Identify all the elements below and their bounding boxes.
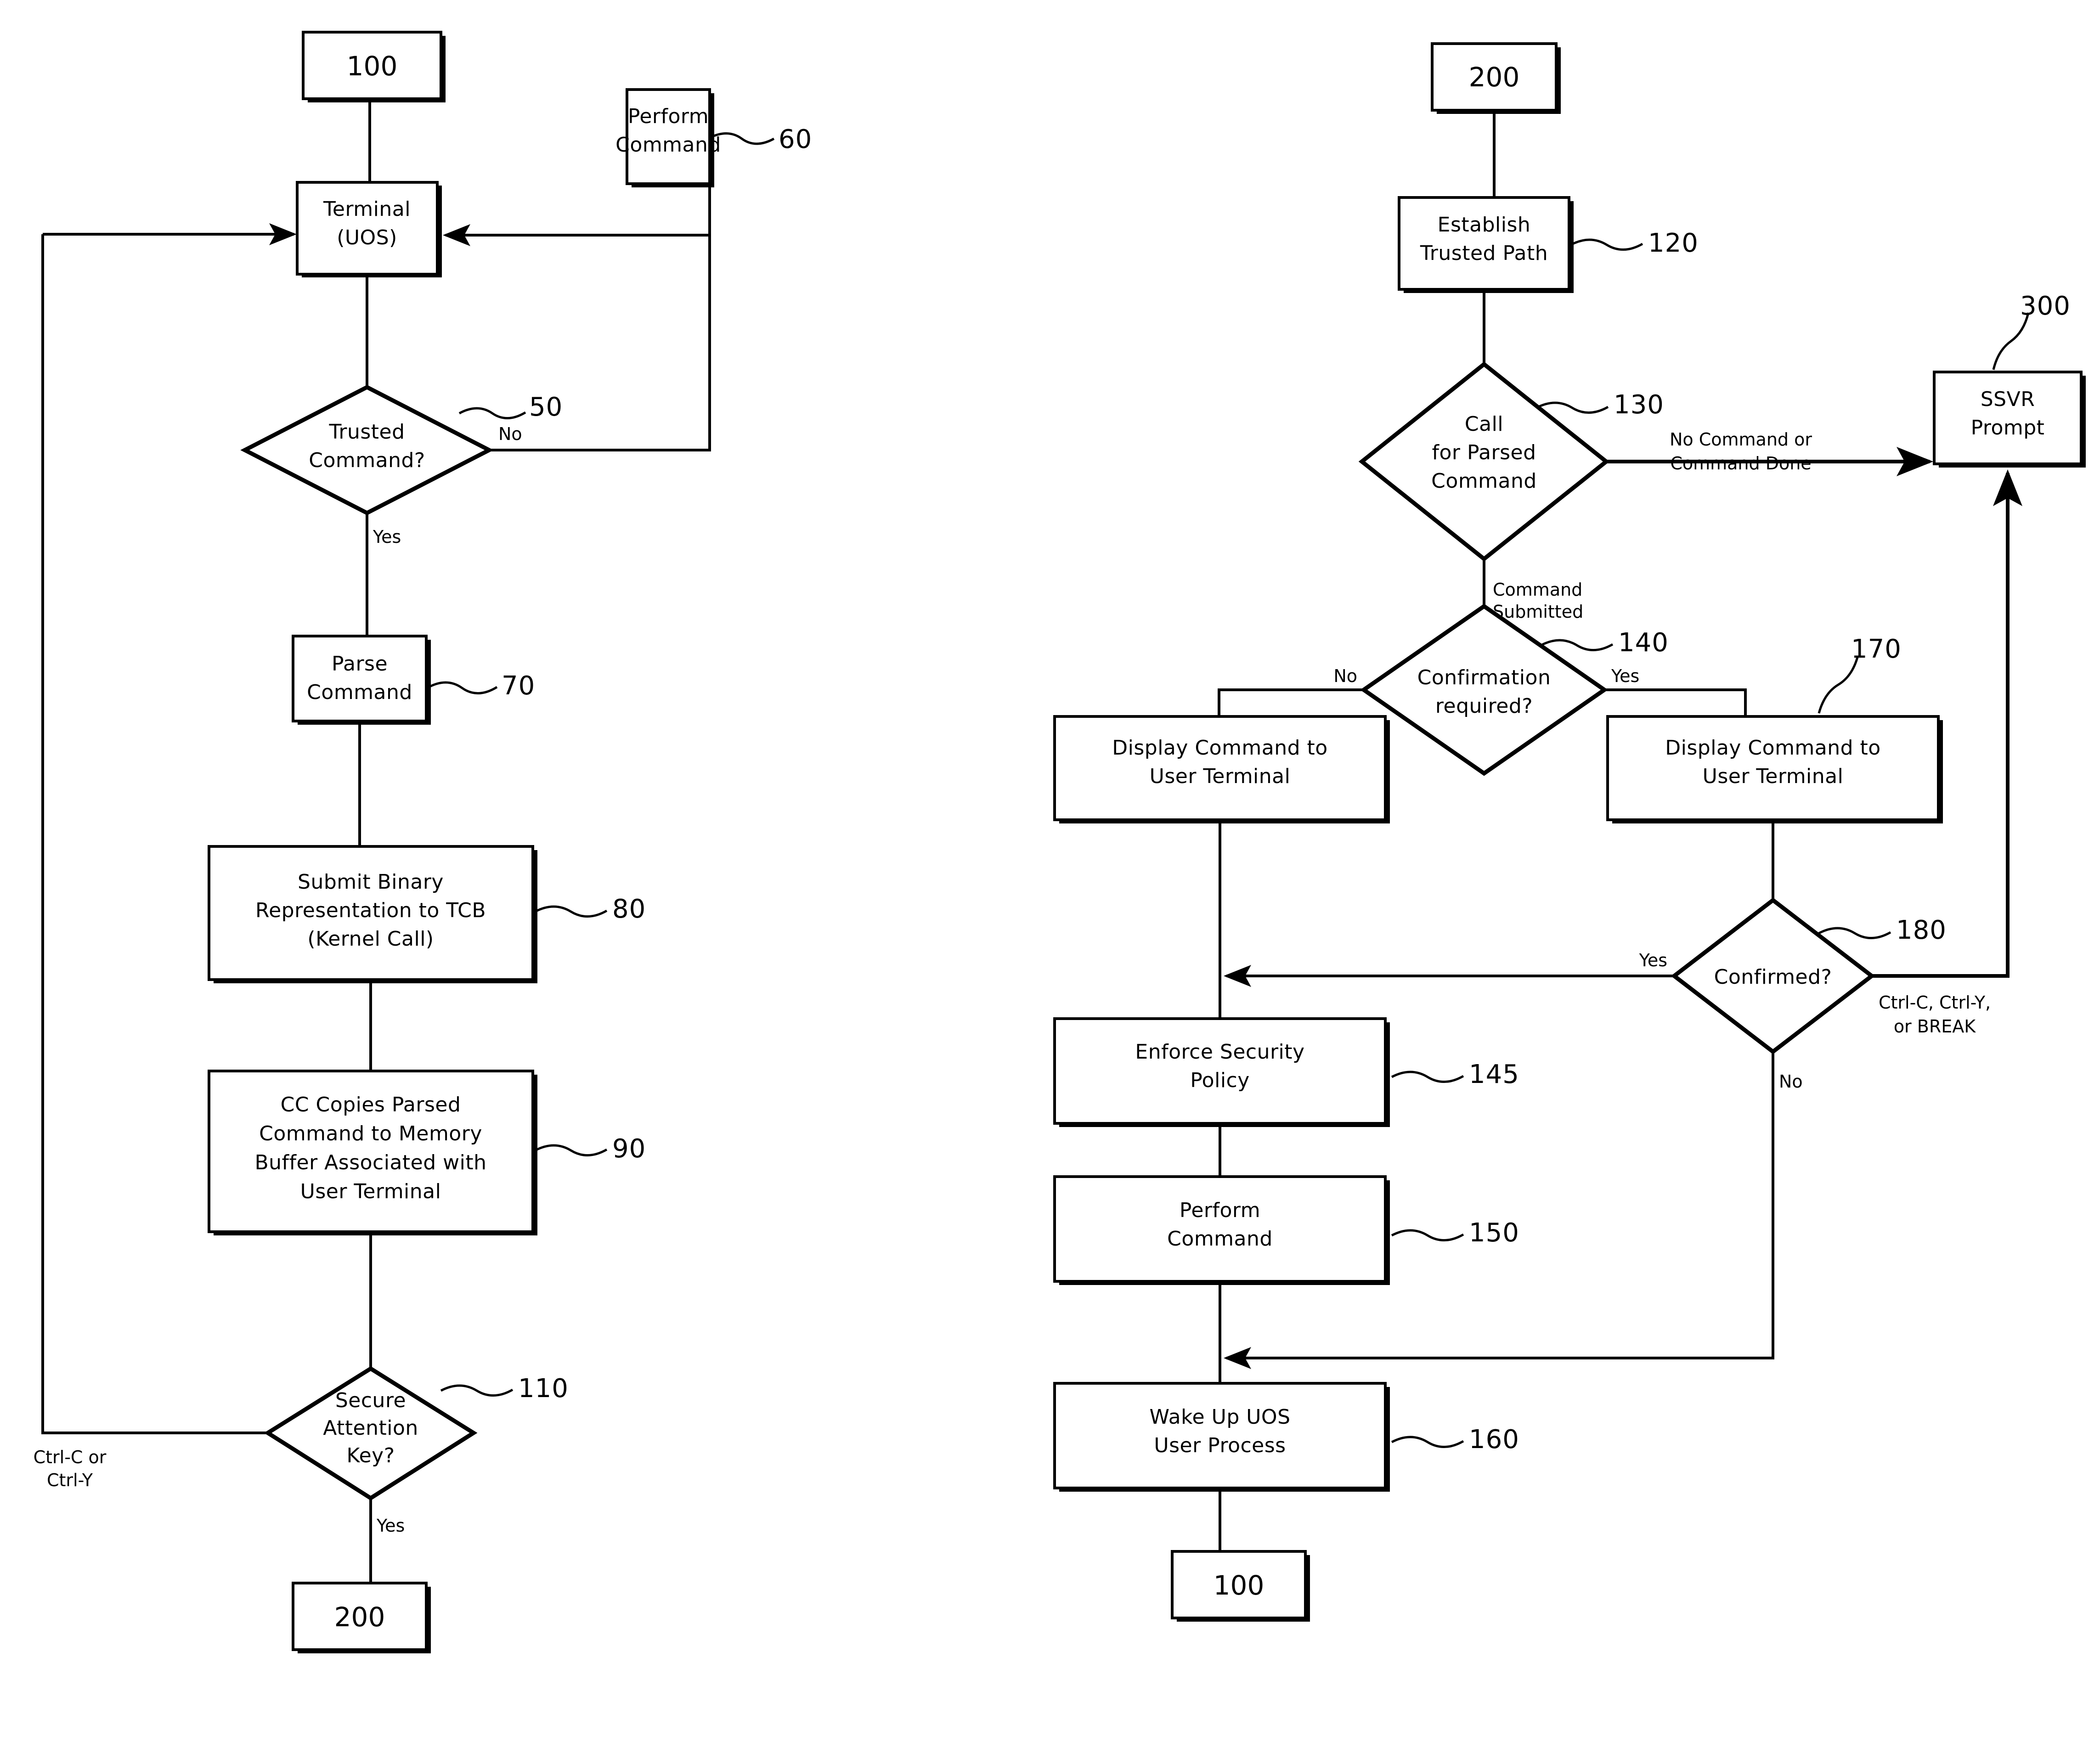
ssvr300-label-line2: Prompt bbox=[1971, 416, 2045, 440]
ref-110: 110 bbox=[518, 1374, 569, 1404]
perform150-label-line1: Perform bbox=[1180, 1199, 1260, 1222]
display-right-label-line1: Display Command to bbox=[1665, 736, 1880, 760]
ref-130: 130 bbox=[1614, 390, 1664, 420]
confirmation140-label-line2: required? bbox=[1435, 694, 1533, 718]
lead-300 bbox=[1992, 312, 2030, 370]
trusted-command-label-line2: Command? bbox=[309, 449, 425, 472]
terminator-200b-label: 200 bbox=[334, 1601, 385, 1633]
edge-label-confirmation-no: No bbox=[1333, 666, 1357, 686]
lead-50 bbox=[458, 407, 526, 419]
edge-label-sak-ctrl-line1: Ctrl-C or bbox=[34, 1447, 107, 1467]
ref-90: 90 bbox=[612, 1134, 646, 1164]
sak-label-line3: Key? bbox=[346, 1444, 395, 1467]
lead-90 bbox=[534, 1144, 608, 1156]
conn-confirmation-yes-display bbox=[1604, 688, 1747, 716]
ref-180: 180 bbox=[1896, 915, 1947, 945]
wake160-label-line2: User Process bbox=[1154, 1434, 1286, 1457]
display-left-label-line1: Display Command to bbox=[1112, 736, 1327, 760]
parse70-label-line1: Parse bbox=[332, 652, 388, 676]
lead-150 bbox=[1391, 1229, 1464, 1241]
perform60-label-line1: Perform bbox=[628, 105, 709, 128]
wake160-label-line1: Wake Up UOS bbox=[1149, 1405, 1290, 1429]
sak-label-line2: Attention bbox=[323, 1416, 418, 1440]
display-right-label-line2: User Terminal bbox=[1703, 765, 1844, 788]
call130-label-line2: for Parsed bbox=[1432, 441, 1536, 464]
ref-120: 120 bbox=[1648, 228, 1699, 258]
ref-140: 140 bbox=[1618, 628, 1669, 658]
ref-145: 145 bbox=[1469, 1060, 1519, 1089]
ssvr300-label-line1: SSVR bbox=[1981, 388, 2035, 411]
submit80-label-line3: (Kernel Call) bbox=[307, 927, 434, 951]
submit80-label-line1: Submit Binary bbox=[298, 870, 444, 894]
cccopies90-label-line4: User Terminal bbox=[300, 1180, 441, 1203]
call130-label-line1: Call bbox=[1465, 412, 1503, 436]
enforce145-label-line1: Enforce Security bbox=[1135, 1040, 1304, 1064]
ref-50: 50 bbox=[529, 392, 563, 422]
edge-label-confirmed-break-line2: or BREAK bbox=[1894, 1016, 1976, 1037]
terminal-label-line2: (UOS) bbox=[337, 226, 397, 249]
conn-sak-loopback bbox=[41, 234, 268, 1434]
conn-trustedno-perform60 bbox=[489, 184, 711, 451]
establish120-label-line2: Trusted Path bbox=[1420, 242, 1548, 265]
display-left-label-line2: User Terminal bbox=[1150, 765, 1291, 788]
edge-label-sak-ctrl-line2: Ctrl-Y bbox=[47, 1470, 93, 1490]
parse70-label-line2: Command bbox=[307, 681, 412, 704]
edge-label-confirmed-break-line1: Ctrl-C, Ctrl-Y, bbox=[1879, 992, 1991, 1013]
lead-145 bbox=[1391, 1071, 1464, 1083]
submit80-label-line2: Representation to TCB bbox=[255, 899, 486, 922]
lead-160 bbox=[1391, 1436, 1464, 1448]
edge-label-confirmation-yes: Yes bbox=[1611, 666, 1639, 686]
lead-180 bbox=[1818, 927, 1891, 939]
establish120-label-line1: Establish bbox=[1438, 213, 1531, 237]
confirmation-required-diamond[interactable] bbox=[1360, 603, 1608, 776]
call130-label-line3: Command bbox=[1431, 469, 1537, 493]
trusted-command-label-line1: Trusted bbox=[328, 420, 405, 444]
edge-label-confirmed-yes: Yes bbox=[1639, 950, 1667, 970]
flowchart-canvas: Terminal (UOS) 100 Perform Command 60 Tr… bbox=[0, 0, 2100, 1753]
ref-300: 300 bbox=[2020, 291, 2071, 321]
perform60-label-line2: Command bbox=[615, 133, 721, 157]
cccopies90-label-line1: CC Copies Parsed bbox=[281, 1093, 461, 1116]
lead-170 bbox=[1818, 657, 1859, 714]
confirmation140-label-line1: Confirmation bbox=[1417, 666, 1551, 689]
edge-label-call-down-line2: Submitted bbox=[1493, 602, 1583, 622]
cccopies90-label-line2: Command to Memory bbox=[259, 1122, 482, 1145]
flowchart-svg: Terminal (UOS) 100 Perform Command 60 Tr… bbox=[34, 31, 2086, 1653]
terminator-100a-label: 100 bbox=[347, 51, 398, 82]
confirmed180-label-line1: Confirmed? bbox=[1714, 965, 1832, 989]
terminal-label-line1: Terminal bbox=[323, 197, 411, 221]
lead-80 bbox=[534, 905, 608, 918]
ref-150: 150 bbox=[1469, 1218, 1519, 1248]
edge-label-confirmed-no: No bbox=[1779, 1071, 1803, 1092]
ref-70: 70 bbox=[502, 671, 535, 701]
edge-label-trusted-no: No bbox=[498, 424, 522, 444]
edge-label-trusted-yes: Yes bbox=[373, 527, 401, 547]
lead-120 bbox=[1570, 238, 1643, 251]
edge-label-call-down-line1: Command bbox=[1493, 580, 1582, 600]
lead-140 bbox=[1540, 639, 1614, 651]
cccopies90-label-line3: Buffer Associated with bbox=[254, 1151, 486, 1174]
terminator-200a-label: 200 bbox=[1469, 62, 1520, 93]
edge-label-sak-yes: Yes bbox=[376, 1516, 405, 1536]
lead-70 bbox=[426, 681, 498, 694]
lead-110 bbox=[440, 1384, 514, 1397]
perform150-label-line2: Command bbox=[1167, 1227, 1273, 1251]
edge-label-call-out-line1: No Command or bbox=[1670, 429, 1812, 450]
sak-label-line1: Secure bbox=[335, 1389, 406, 1412]
ref-160: 160 bbox=[1469, 1425, 1519, 1454]
lead-130 bbox=[1535, 401, 1609, 414]
terminator-100b-label: 100 bbox=[1214, 1570, 1265, 1601]
conn-confirmation-no-display bbox=[1218, 688, 1364, 716]
edge-label-call-out-line2: Command Done bbox=[1670, 453, 1811, 473]
ref-60: 60 bbox=[779, 124, 812, 154]
parse70-box[interactable] bbox=[292, 635, 428, 722]
ref-80: 80 bbox=[612, 894, 646, 924]
ref-170: 170 bbox=[1851, 634, 1902, 664]
enforce145-label-line2: Policy bbox=[1190, 1069, 1250, 1092]
